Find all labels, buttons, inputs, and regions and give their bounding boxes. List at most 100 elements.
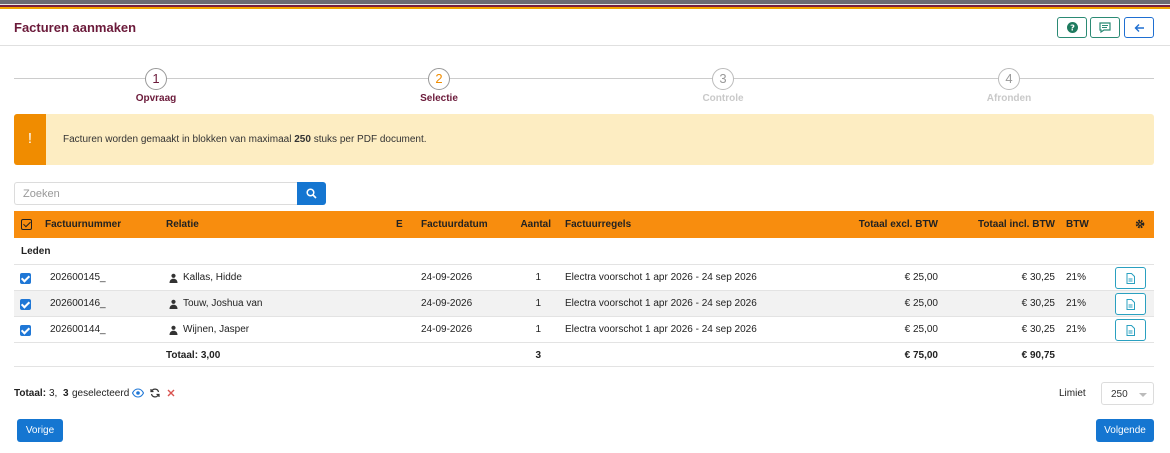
step-controle: 3 Controle <box>663 68 783 104</box>
clear-selection-icon[interactable] <box>167 389 175 397</box>
col-incl[interactable]: Totaal incl. BTW <box>978 219 1055 230</box>
vat-rate: 21% <box>1066 272 1087 283</box>
total-incl: € 30,25 <box>1021 272 1055 283</box>
relation-name: Touw, Joshua van <box>183 298 263 309</box>
row-checkbox[interactable] <box>20 325 31 336</box>
invoice-lines: Electra voorschot 1 apr 2026 - 24 sep 20… <box>565 272 757 283</box>
top-accent-bar <box>0 0 1170 10</box>
document-icon <box>1126 272 1135 284</box>
summary-selected-count: 3 <box>63 388 69 399</box>
refresh-icon[interactable] <box>150 388 160 398</box>
col-date[interactable]: Factuurdatum <box>421 219 488 230</box>
summary-total-label: Totaal: <box>14 388 47 399</box>
table-footer: Totaal: 3,00 3 € 75,00 € 90,75 <box>14 343 1154 367</box>
step-opvraag: 1 Opvraag <box>96 68 216 104</box>
table-row[interactable]: 202600144_ Wijnen, Jasper 24-09-2026 1 E… <box>14 317 1154 343</box>
gear-icon[interactable] <box>1135 219 1145 229</box>
eye-icon[interactable] <box>132 388 144 398</box>
limit-value: 250 <box>1111 389 1128 400</box>
help-icon: ? <box>1066 22 1078 33</box>
col-relation[interactable]: Relatie <box>166 219 199 230</box>
document-button[interactable] <box>1115 319 1146 341</box>
step-label: Afronden <box>986 93 1032 104</box>
person-icon <box>169 273 178 283</box>
col-vat[interactable]: BTW <box>1066 219 1089 230</box>
total-excl: € 25,00 <box>904 298 938 309</box>
step-afronden: 4 Afronden <box>949 68 1069 104</box>
select-all-checkbox[interactable] <box>21 219 32 230</box>
col-number[interactable]: Factuurnummer <box>45 219 121 230</box>
limit-select[interactable]: 250 <box>1101 382 1154 405</box>
col-e[interactable]: E <box>396 219 403 230</box>
comment-icon <box>1099 22 1111 33</box>
comment-button[interactable] <box>1090 17 1120 38</box>
step-label: Opvraag <box>135 93 177 104</box>
alert-text-after: stuks per PDF document. <box>310 134 427 145</box>
step-selectie: 2 Selectie <box>379 68 499 104</box>
help-button[interactable]: ? <box>1057 17 1087 38</box>
group-row: Leden <box>14 238 1154 265</box>
summary-total-value: 3, <box>49 388 58 399</box>
step-number: 3 <box>712 68 734 90</box>
warning-icon: ! <box>14 114 46 165</box>
page-header: Facturen aanmaken ? <box>0 10 1170 46</box>
invoice-number: 202600145_ <box>50 272 106 283</box>
total-incl: € 30,25 <box>1021 324 1055 335</box>
svg-text:?: ? <box>1070 22 1075 32</box>
step-number: 1 <box>145 68 167 90</box>
col-amount[interactable]: Aantal <box>520 219 551 230</box>
table-header: Factuurnummer Relatie E Factuurdatum Aan… <box>14 211 1154 238</box>
table-row[interactable]: 202600145_ Kallas, Hidde 24-09-2026 1 El… <box>14 265 1154 291</box>
footer-total-label: Totaal: 3,00 <box>166 350 221 361</box>
page-title: Facturen aanmaken <box>14 20 137 35</box>
previous-button[interactable]: Vorige <box>17 419 63 442</box>
step-label: Controle <box>702 93 744 104</box>
group-label: Leden <box>21 246 51 257</box>
arrow-left-icon <box>1134 23 1144 32</box>
footer-total-excl: € 75,00 <box>904 350 938 361</box>
row-checkbox[interactable] <box>20 273 31 284</box>
invoice-date: 24-09-2026 <box>421 298 473 309</box>
total-excl: € 25,00 <box>904 324 938 335</box>
search-input[interactable] <box>14 182 297 205</box>
next-button[interactable]: Volgende <box>1096 419 1154 442</box>
search-icon <box>306 188 317 199</box>
col-lines[interactable]: Factuurregels <box>565 219 631 230</box>
document-icon <box>1126 324 1135 336</box>
row-checkbox[interactable] <box>20 299 31 310</box>
invoice-number: 202600144_ <box>50 324 106 335</box>
search-bar <box>14 182 326 205</box>
footer-amount: 3 <box>535 350 541 361</box>
info-alert: ! Facturen worden gemaakt in blokken van… <box>14 114 1154 165</box>
total-incl: € 30,25 <box>1021 298 1055 309</box>
alert-text-bold: 250 <box>294 134 311 145</box>
footer-total-incl: € 90,75 <box>1021 350 1055 361</box>
invoice-date: 24-09-2026 <box>421 324 473 335</box>
progress-steps: 1 Opvraag 2 Selectie 3 Controle 4 Afrond… <box>14 68 1154 108</box>
invoice-amount: 1 <box>535 272 541 283</box>
document-button[interactable] <box>1115 293 1146 315</box>
document-icon <box>1126 298 1135 310</box>
back-button[interactable] <box>1124 17 1154 38</box>
table-row[interactable]: 202600146_ Touw, Joshua van 24-09-2026 1… <box>14 291 1154 317</box>
step-number: 4 <box>998 68 1020 90</box>
invoice-number: 202600146_ <box>50 298 106 309</box>
document-button[interactable] <box>1115 267 1146 289</box>
invoice-table: Factuurnummer Relatie E Factuurdatum Aan… <box>14 211 1154 367</box>
invoice-amount: 1 <box>535 324 541 335</box>
step-label: Selectie <box>420 93 458 104</box>
search-button[interactable] <box>297 182 326 205</box>
col-excl[interactable]: Totaal excl. BTW <box>859 219 938 230</box>
alert-text: Facturen worden gemaakt in blokken van m… <box>63 134 427 145</box>
relation-name: Kallas, Hidde <box>183 272 242 283</box>
step-number: 2 <box>428 68 450 90</box>
invoice-lines: Electra voorschot 1 apr 2026 - 24 sep 20… <box>565 324 757 335</box>
invoice-amount: 1 <box>535 298 541 309</box>
alert-text-before: Facturen worden gemaakt in blokken van m… <box>63 134 295 145</box>
person-icon <box>169 325 178 335</box>
invoice-lines: Electra voorschot 1 apr 2026 - 24 sep 20… <box>565 298 757 309</box>
vat-rate: 21% <box>1066 298 1087 309</box>
summary-selected-label: geselecteerd <box>72 388 130 399</box>
vat-rate: 21% <box>1066 324 1087 335</box>
limit-label: Limiet <box>1059 388 1086 399</box>
